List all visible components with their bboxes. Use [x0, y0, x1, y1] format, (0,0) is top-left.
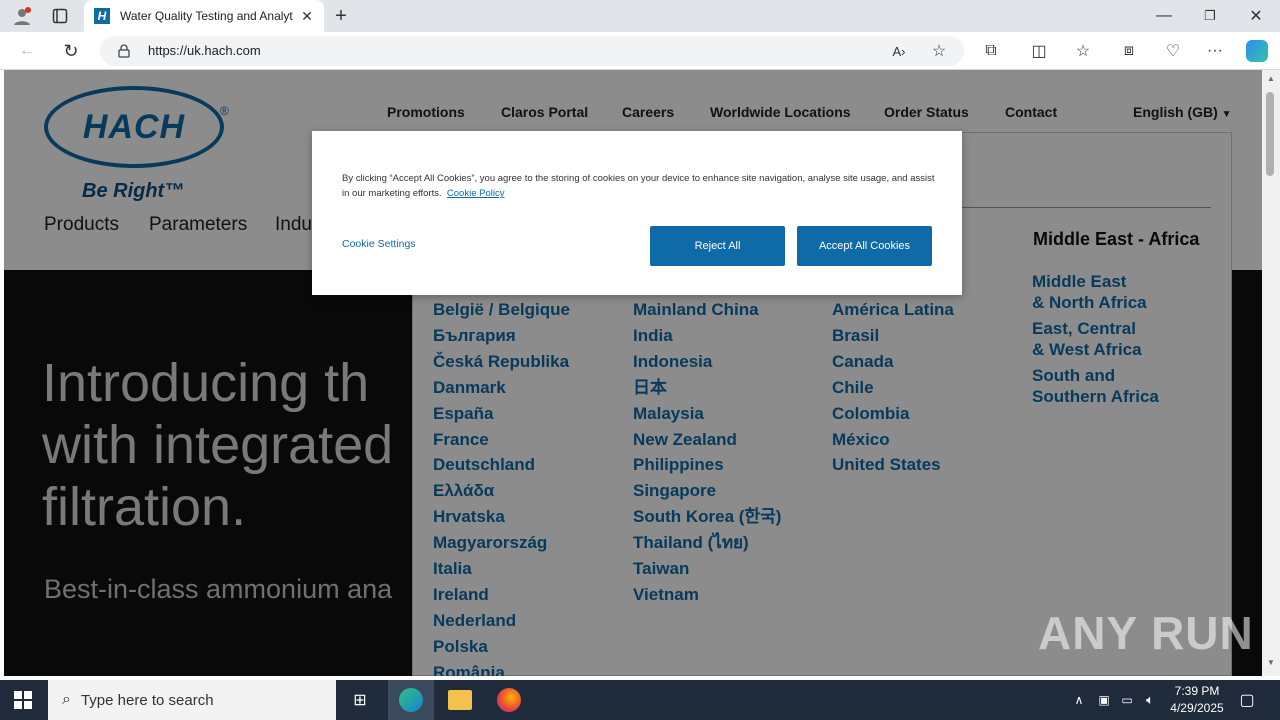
edge-taskbar-button[interactable] [388, 680, 434, 720]
anyrun-watermark: ANY RUN [1038, 607, 1254, 659]
tab-actions-icon[interactable] [48, 5, 72, 27]
favorite-star-icon[interactable]: ☆ [928, 40, 950, 62]
close-window-icon[interactable]: ✕ [1244, 4, 1268, 28]
browser-tab-bar: H Water Quality Testing and Analyt ✕ + —… [0, 0, 1280, 32]
scroll-down-icon[interactable]: ▼ [1266, 658, 1276, 668]
network-icon[interactable]: ▭ [1118, 690, 1136, 710]
new-tab-icon[interactable]: + [330, 4, 352, 28]
address-field[interactable]: https://uk.hach.com A› ☆ [100, 36, 964, 66]
scroll-up-icon[interactable]: ▲ [1266, 74, 1276, 84]
browser-essentials-icon[interactable]: ♡ [1162, 40, 1184, 62]
windows-taskbar: ⌕ Type here to search ⊞ ∧ ▣ ▭ 🔈︎ 7:39 PM… [0, 680, 1280, 720]
page-scrollbar[interactable]: ▲ ▼ [1262, 70, 1280, 676]
firefox-icon[interactable] [497, 688, 521, 712]
clock-time: 7:39 PM [1174, 684, 1220, 698]
tray-chevron-up-icon[interactable]: ∧ [1070, 690, 1088, 710]
cookie-body: By clicking “Accept All Cookies”, you ag… [342, 173, 935, 199]
notifications-icon[interactable]: ▢ [1236, 690, 1258, 710]
lock-icon[interactable] [116, 43, 132, 59]
tray-device-icon[interactable]: ▣ [1095, 690, 1113, 710]
volume-icon[interactable]: 🔈︎ [1141, 690, 1159, 710]
minimize-icon[interactable]: — [1152, 4, 1176, 28]
search-placeholder: Type here to search [80, 691, 214, 709]
clock[interactable]: 7:39 PM 4/29/2025 [1162, 683, 1232, 717]
restore-icon[interactable]: ❐ [1198, 4, 1222, 28]
favorites-icon[interactable]: ☆ [1072, 40, 1094, 62]
cookie-policy-link[interactable]: Cookie Policy [447, 188, 505, 199]
more-menu-icon[interactable]: ··· [1204, 40, 1226, 62]
browser-toolbar: ← ↻ https://uk.hach.com A› ☆ ⧉ ◫ ☆ ⧈ ♡ ·… [0, 32, 1280, 70]
cookie-text: By clicking “Accept All Cookies”, you ag… [342, 171, 942, 201]
copilot-icon[interactable] [1246, 40, 1268, 62]
task-view-icon[interactable]: ⊞ [348, 688, 372, 712]
read-aloud-icon[interactable]: A› [888, 40, 910, 62]
split-screen-icon[interactable]: ◫ [1028, 40, 1050, 62]
clock-date: 4/29/2025 [1170, 701, 1224, 715]
url-text: https://uk.hach.com [148, 43, 261, 58]
close-tab-icon[interactable]: ✕ [298, 8, 316, 24]
accept-all-cookies-button[interactable]: Accept All Cookies [797, 226, 932, 266]
windows-start-icon[interactable] [12, 690, 34, 710]
refresh-icon[interactable]: ↻ [60, 40, 82, 62]
taskbar-search-box[interactable]: ⌕ Type here to search [48, 680, 336, 720]
cookie-consent-dialog: By clicking “Accept All Cookies”, you ag… [312, 131, 962, 295]
reject-all-button[interactable]: Reject All [650, 226, 785, 266]
collections-icon[interactable]: ⧈ [1118, 40, 1140, 62]
back-icon[interactable]: ← [16, 40, 38, 62]
file-explorer-icon[interactable] [448, 690, 472, 710]
hach-favicon-icon: H [94, 8, 110, 24]
profile-icon[interactable] [10, 5, 34, 27]
tab-title: Water Quality Testing and Analyt [120, 9, 293, 23]
scrollbar-thumb[interactable] [1266, 92, 1274, 176]
cookie-settings-link[interactable]: Cookie Settings [342, 238, 416, 250]
tab-active[interactable]: H Water Quality Testing and Analyt ✕ [84, 0, 324, 32]
search-icon: ⌕ [62, 691, 71, 708]
extensions-icon[interactable]: ⧉ [980, 40, 1002, 62]
edge-icon [399, 688, 423, 712]
